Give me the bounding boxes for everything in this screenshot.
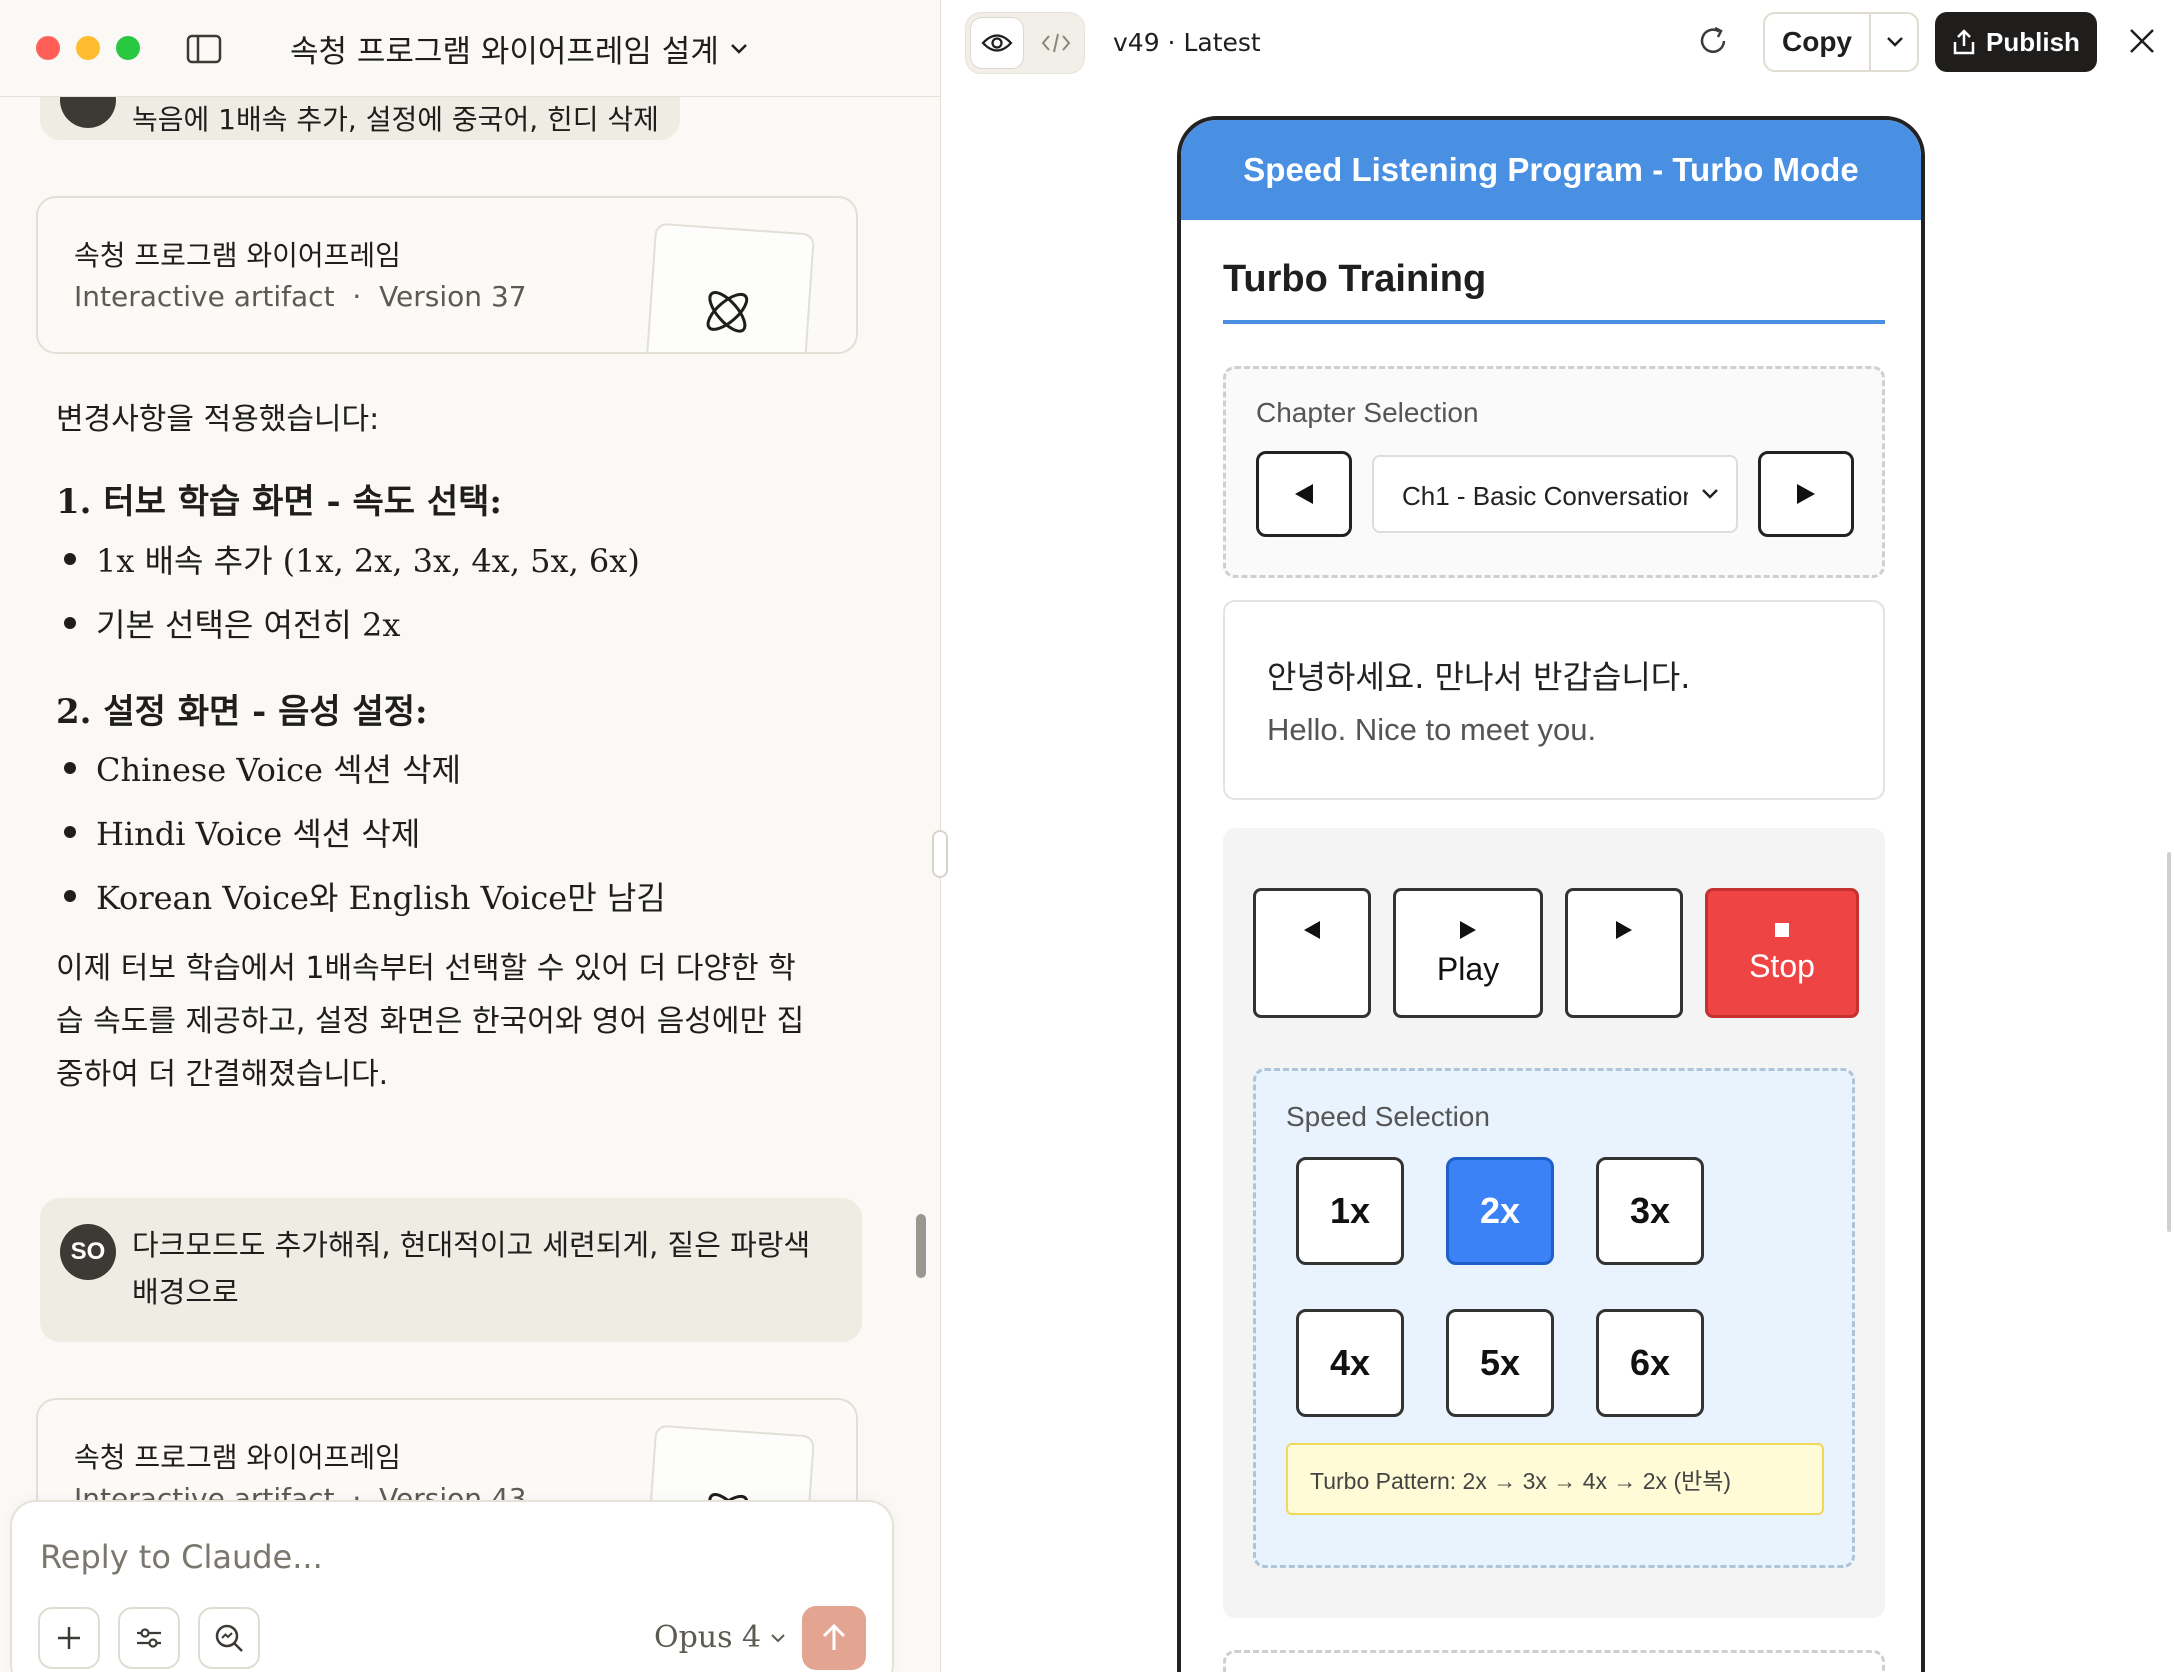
close-window-button[interactable]: [36, 36, 60, 60]
speed-2x-button[interactable]: 2x: [1446, 1157, 1554, 1265]
copy-button[interactable]: Copy: [1765, 14, 1869, 70]
section1-heading: 1. 터보 학습 화면 - 속도 선택:: [56, 482, 502, 522]
speed-selection-panel: Speed Selection 1x 2x 3x 4x 5x 6x Turbo …: [1253, 1068, 1855, 1568]
section1-item: 1x 배속 추가 (1x, 2x, 3x, 4x, 5x, 6x): [96, 542, 640, 580]
artifact-toolbar: v49 · Latest Copy Publish: [941, 0, 2174, 88]
chat-scrollbar[interactable]: [916, 1214, 926, 1278]
speed-4x-button[interactable]: 4x: [1296, 1309, 1404, 1417]
play-icon: [1460, 920, 1476, 939]
add-attachment-button[interactable]: [38, 1607, 100, 1669]
refresh-icon[interactable]: [1696, 24, 1730, 58]
sliders-icon: [137, 1628, 161, 1648]
chat-pane: 속청 프로그램 와이어프레임 설계 녹음에 1배속 추가, 설정에 중국어, 힌…: [0, 0, 940, 1672]
publish-button[interactable]: Publish: [1935, 12, 2097, 72]
artifact-thumbnail: [644, 222, 816, 352]
send-button[interactable]: [802, 1606, 866, 1670]
code-tab[interactable]: [1030, 17, 1082, 69]
korean-sentence: 안녕하세요. 만나서 반갑습니다.: [1267, 658, 1691, 696]
chevron-down-icon: [730, 43, 747, 54]
minimize-window-button[interactable]: [76, 36, 100, 60]
section2-item: Hindi Voice 섹션 삭제: [96, 815, 421, 853]
bullet: [64, 762, 76, 774]
section2-item: Korean Voice와 English Voice만 남김: [96, 879, 666, 917]
stop-icon: [1775, 922, 1789, 937]
atom-icon: [706, 291, 749, 333]
play-button[interactable]: Play: [1393, 888, 1543, 1018]
section2-item: Chinese Voice 섹션 삭제: [96, 751, 462, 789]
playback-controls: Play Stop Speed Selection 1x 2x 3x 4x 5x…: [1223, 828, 1885, 1618]
resize-handle[interactable]: [932, 830, 948, 878]
section1-item: 기본 선택은 여전히 2x: [96, 606, 401, 644]
triangle-left-icon: [1295, 484, 1313, 504]
view-toggle: [965, 12, 1085, 74]
conversation-title[interactable]: 속청 프로그램 와이어프레임 설계: [290, 26, 749, 71]
bullet: [64, 826, 76, 838]
preview-scrollbar[interactable]: [2167, 852, 2171, 1232]
app-header: Speed Listening Program - Turbo Mode: [1181, 120, 1921, 220]
speed-6x-button[interactable]: 6x: [1596, 1309, 1704, 1417]
page-title: Turbo Training: [1223, 258, 1487, 300]
search-icon: [215, 1624, 243, 1652]
title-underline: [1223, 320, 1885, 324]
turbo-pattern-note: Turbo Pattern: 2x → 3x → 4x → 2x (반복): [1286, 1443, 1824, 1515]
user-message: SO 다크모드도 추가해줘, 현대적이고 세련되게, 짙은 파랑색 배경으로: [40, 1198, 862, 1342]
model-selector[interactable]: Opus 4: [654, 1620, 787, 1655]
bullet: [64, 553, 76, 565]
next-sentence-button[interactable]: [1565, 888, 1683, 1018]
arrow-up-icon: [822, 1623, 846, 1650]
eye-icon: [981, 34, 1013, 52]
sidebar-toggle-icon[interactable]: [186, 34, 222, 64]
copy-options-button[interactable]: [1871, 14, 1919, 70]
triangle-right-icon: [1616, 921, 1632, 939]
stop-button[interactable]: Stop: [1705, 888, 1859, 1018]
copy-button-group: Copy: [1763, 12, 1919, 72]
chat-topbar: 속청 프로그램 와이어프레임 설계: [0, 0, 940, 97]
reply-composer: Reply to Claude... Opus 4: [10, 1500, 894, 1672]
bullet: [64, 617, 76, 629]
chapter-select[interactable]: Ch1 - Basic Conversation: [1372, 455, 1738, 533]
chevron-down-icon: [771, 1633, 785, 1642]
chapter-selection-panel: Chapter Selection Ch1 - Basic Conversati…: [1223, 366, 1885, 578]
artifact-pane: v49 · Latest Copy Publish Speed Listenin…: [941, 0, 2174, 1672]
response-summary: 이제 터보 학습에서 1배속부터 선택할 수 있어 더 다양한 학습 속도를 제…: [56, 951, 805, 1092]
next-section-panel: [1223, 1650, 1885, 1672]
plus-icon: [58, 1627, 80, 1649]
triangle-right-icon: [1797, 484, 1815, 504]
chevron-down-icon: [1887, 37, 1903, 47]
avatar: SO: [60, 1224, 116, 1280]
speed-3x-button[interactable]: 3x: [1596, 1157, 1704, 1265]
artifact-card-v37[interactable]: 속청 프로그램 와이어프레임 Interactive artifact · Ve…: [36, 196, 858, 354]
code-icon: [1041, 33, 1071, 53]
next-chapter-button[interactable]: [1758, 451, 1854, 537]
bullet: [64, 890, 76, 902]
research-button[interactable]: [198, 1607, 260, 1669]
english-sentence: Hello. Nice to meet you.: [1267, 712, 1597, 747]
previous-sentence-button[interactable]: [1253, 888, 1371, 1018]
maximize-window-button[interactable]: [116, 36, 140, 60]
prev-chapter-button[interactable]: [1256, 451, 1352, 537]
triangle-left-icon: [1304, 921, 1320, 939]
reply-input[interactable]: Reply to Claude...: [40, 1538, 323, 1576]
sentence-display: 안녕하세요. 만나서 반갑습니다. Hello. Nice to meet yo…: [1223, 600, 1885, 800]
tools-button[interactable]: [118, 1607, 180, 1669]
speed-1x-button[interactable]: 1x: [1296, 1157, 1404, 1265]
section2-heading: 2. 설정 화면 - 음성 설정:: [56, 692, 428, 732]
response-intro: 변경사항을 적용했습니다:: [56, 402, 380, 437]
version-label[interactable]: v49 · Latest: [1113, 28, 1261, 57]
speed-5x-button[interactable]: 5x: [1446, 1309, 1554, 1417]
chevron-down-icon: [1702, 489, 1718, 499]
close-icon[interactable]: [2127, 26, 2157, 56]
preview-tab[interactable]: [970, 17, 1024, 69]
share-icon: [1953, 29, 1975, 55]
app-preview-frame: Speed Listening Program - Turbo Mode Tur…: [1177, 116, 1925, 1672]
